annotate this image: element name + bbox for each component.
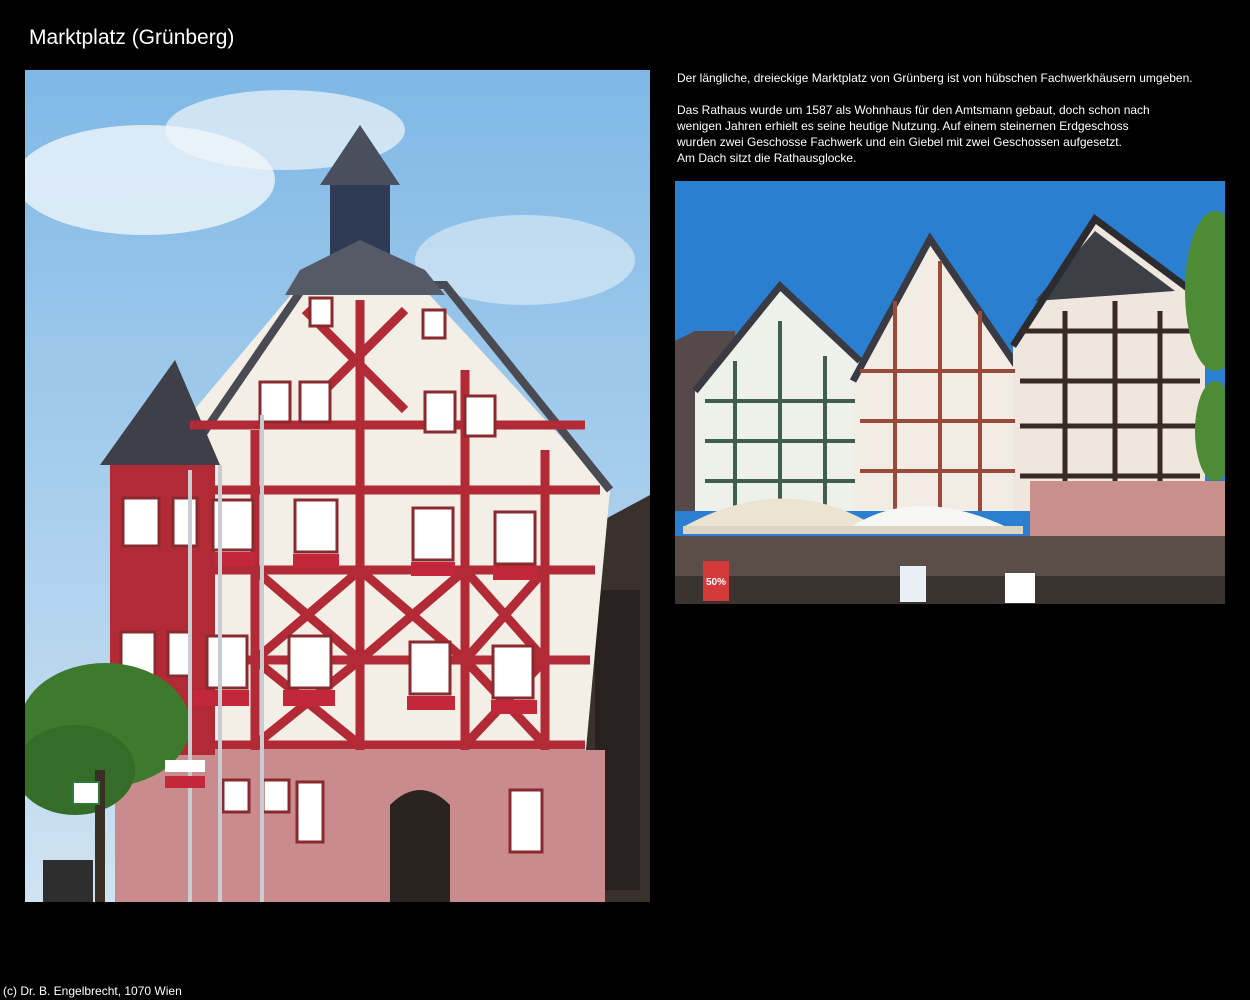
description-paragraph-1: Der längliche, dreieckige Marktplatz von… — [677, 71, 1193, 85]
description-line: wenigen Jahren erhielt es seine heutige … — [677, 119, 1129, 133]
description: Der längliche, dreieckige Marktplatz von… — [677, 70, 1237, 182]
copyright-footer: (c) Dr. B. Engelbrecht, 1070 Wien — [3, 984, 182, 998]
photo-town-hall — [25, 70, 650, 902]
town-hall-image — [25, 70, 650, 902]
photo-market-square: 50% — [675, 181, 1225, 604]
description-paragraph-2: Das Rathaus wurde um 1587 als Wohnhaus f… — [677, 102, 1237, 166]
market-square-image: 50% — [675, 181, 1225, 604]
page: Marktplatz (Grünberg) Der längliche, dre… — [0, 0, 1250, 1000]
page-title: Marktplatz (Grünberg) — [29, 26, 235, 49]
description-line: Am Dach sitzt die Rathausglocke. — [677, 151, 857, 165]
description-line: wurden zwei Geschosse Fachwerk und ein G… — [677, 135, 1122, 149]
description-line: Das Rathaus wurde um 1587 als Wohnhaus f… — [677, 103, 1150, 117]
cafe-sign-text: 50% — [706, 577, 726, 588]
